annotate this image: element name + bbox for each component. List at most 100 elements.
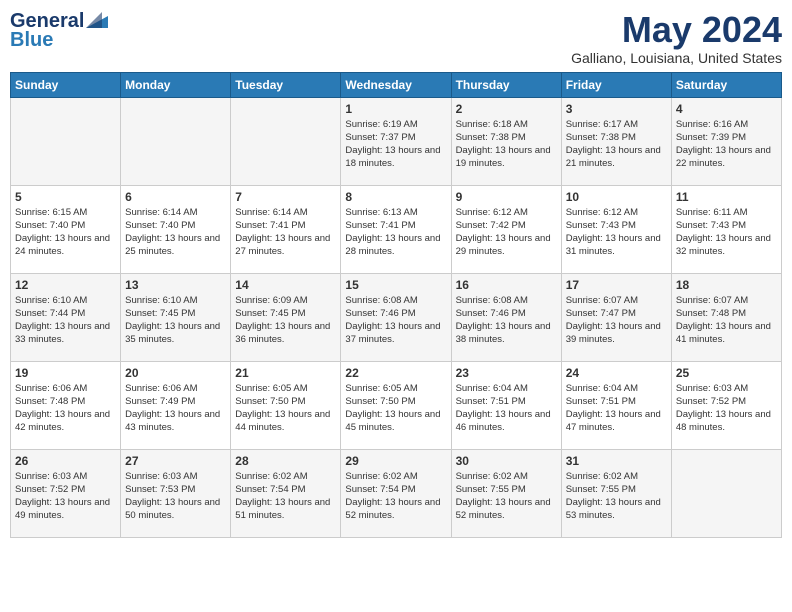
day-number: 31 [566,454,667,468]
calendar-cell: 5 Sunrise: 6:15 AM Sunset: 7:40 PM Daylig… [11,185,121,273]
day-number: 28 [235,454,336,468]
day-number: 7 [235,190,336,204]
calendar-cell: 6Sunrise: 6:14 AM Sunset: 7:40 PM Daylig… [121,185,231,273]
calendar-cell: 15 Sunrise: 6:08 AM Sunset: 7:46 PM Dayli… [341,273,451,361]
week-row-5: 26 Sunrise: 6:03 AM Sunset: 7:52 PM Dayli… [11,449,782,537]
day-info: Sunrise: 6:10 AM Sunset: 7:45 PM Dayligh… [125,294,226,347]
calendar-cell: 9 Sunrise: 6:12 AM Sunset: 7:42 PM Daylig… [451,185,561,273]
day-number: 21 [235,366,336,380]
header-day-friday: Friday [561,72,671,97]
calendar-table: SundayMondayTuesdayWednesdayThursdayFrid… [10,72,782,538]
day-info: Sunrise: 6:04 AM Sunset: 7:51 PM Dayligh… [566,382,667,435]
calendar-cell: 22Sunrise: 6:05 AM Sunset: 7:50 PM Dayli… [341,361,451,449]
calendar-cell [671,449,781,537]
location: Galliano, Louisiana, United States [571,50,782,66]
logo-icon [86,12,108,28]
day-number: 27 [125,454,226,468]
calendar-cell: 12 Sunrise: 6:10 AM Sunset: 7:44 PM Dayli… [11,273,121,361]
calendar-cell: 13 Sunrise: 6:10 AM Sunset: 7:45 PM Dayli… [121,273,231,361]
day-number: 3 [566,102,667,116]
logo: General Blue [10,10,108,52]
calendar-cell: 31Sunrise: 6:02 AM Sunset: 7:55 PM Dayli… [561,449,671,537]
calendar-cell: 3 Sunrise: 6:17 AM Sunset: 7:38 PM Daylig… [561,97,671,185]
day-info: Sunrise: 6:17 AM Sunset: 7:38 PM Dayligh… [566,118,667,171]
day-number: 25 [676,366,777,380]
day-info: Sunrise: 6:18 AM Sunset: 7:38 PM Dayligh… [456,118,557,171]
calendar-cell: 20Sunrise: 6:06 AM Sunset: 7:49 PM Dayli… [121,361,231,449]
day-number: 15 [345,278,446,292]
calendar-cell: 2Sunrise: 6:18 AM Sunset: 7:38 PM Daylig… [451,97,561,185]
day-number: 24 [566,366,667,380]
calendar-cell: 19Sunrise: 6:06 AM Sunset: 7:48 PM Dayli… [11,361,121,449]
day-number: 30 [456,454,557,468]
day-info: Sunrise: 6:08 AM Sunset: 7:46 PM Dayligh… [456,294,557,347]
day-info: Sunrise: 6:02 AM Sunset: 7:54 PM Dayligh… [235,470,336,523]
calendar-cell: 26 Sunrise: 6:03 AM Sunset: 7:52 PM Dayli… [11,449,121,537]
calendar-cell: 24 Sunrise: 6:04 AM Sunset: 7:51 PM Dayli… [561,361,671,449]
day-info: Sunrise: 6:12 AM Sunset: 7:43 PM Dayligh… [566,206,667,259]
day-number: 26 [15,454,116,468]
day-info: Sunrise: 6:02 AM Sunset: 7:55 PM Dayligh… [456,470,557,523]
day-info: Sunrise: 6:05 AM Sunset: 7:50 PM Dayligh… [235,382,336,435]
header-day-tuesday: Tuesday [231,72,341,97]
title-section: May 2024 Galliano, Louisiana, United Sta… [571,10,782,66]
day-info: Sunrise: 6:15 AM Sunset: 7:40 PM Dayligh… [15,206,116,259]
calendar-cell: 30 Sunrise: 6:02 AM Sunset: 7:55 PM Dayli… [451,449,561,537]
day-number: 23 [456,366,557,380]
calendar-cell [11,97,121,185]
calendar-cell: 17Sunrise: 6:07 AM Sunset: 7:47 PM Dayli… [561,273,671,361]
calendar-cell: 25 Sunrise: 6:03 AM Sunset: 7:52 PM Dayli… [671,361,781,449]
calendar-cell: 10Sunrise: 6:12 AM Sunset: 7:43 PM Dayli… [561,185,671,273]
calendar-cell: 8 Sunrise: 6:13 AM Sunset: 7:41 PM Daylig… [341,185,451,273]
day-number: 11 [676,190,777,204]
day-number: 17 [566,278,667,292]
calendar-cell: 14 Sunrise: 6:09 AM Sunset: 7:45 PM Dayli… [231,273,341,361]
day-info: Sunrise: 6:02 AM Sunset: 7:54 PM Dayligh… [345,470,446,523]
day-info: Sunrise: 6:03 AM Sunset: 7:52 PM Dayligh… [676,382,777,435]
day-number: 1 [345,102,446,116]
day-number: 14 [235,278,336,292]
day-info: Sunrise: 6:08 AM Sunset: 7:46 PM Dayligh… [345,294,446,347]
calendar-cell: 23Sunrise: 6:04 AM Sunset: 7:51 PM Dayli… [451,361,561,449]
day-number: 29 [345,454,446,468]
day-info: Sunrise: 6:19 AM Sunset: 7:37 PM Dayligh… [345,118,446,171]
week-row-1: 1 Sunrise: 6:19 AM Sunset: 7:37 PM Daylig… [11,97,782,185]
day-number: 12 [15,278,116,292]
calendar-cell: 11Sunrise: 6:11 AM Sunset: 7:43 PM Dayli… [671,185,781,273]
header-day-saturday: Saturday [671,72,781,97]
header-day-monday: Monday [121,72,231,97]
page-header: General Blue May 2024 Galliano, Louisian… [10,10,782,66]
week-row-2: 5 Sunrise: 6:15 AM Sunset: 7:40 PM Daylig… [11,185,782,273]
day-info: Sunrise: 6:06 AM Sunset: 7:48 PM Dayligh… [15,382,116,435]
calendar-cell: 16 Sunrise: 6:08 AM Sunset: 7:46 PM Dayli… [451,273,561,361]
day-info: Sunrise: 6:07 AM Sunset: 7:48 PM Dayligh… [676,294,777,347]
week-row-3: 12 Sunrise: 6:10 AM Sunset: 7:44 PM Dayli… [11,273,782,361]
day-info: Sunrise: 6:14 AM Sunset: 7:41 PM Dayligh… [235,206,336,259]
day-info: Sunrise: 6:13 AM Sunset: 7:41 PM Dayligh… [345,206,446,259]
day-number: 5 [15,190,116,204]
header-day-thursday: Thursday [451,72,561,97]
day-number: 8 [345,190,446,204]
calendar-header-row: SundayMondayTuesdayWednesdayThursdayFrid… [11,72,782,97]
day-number: 9 [456,190,557,204]
day-info: Sunrise: 6:03 AM Sunset: 7:52 PM Dayligh… [15,470,116,523]
day-info: Sunrise: 6:05 AM Sunset: 7:50 PM Dayligh… [345,382,446,435]
day-info: Sunrise: 6:09 AM Sunset: 7:45 PM Dayligh… [235,294,336,347]
day-info: Sunrise: 6:12 AM Sunset: 7:42 PM Dayligh… [456,206,557,259]
header-day-wednesday: Wednesday [341,72,451,97]
header-day-sunday: Sunday [11,72,121,97]
calendar-cell: 4Sunrise: 6:16 AM Sunset: 7:39 PM Daylig… [671,97,781,185]
day-info: Sunrise: 6:03 AM Sunset: 7:53 PM Dayligh… [125,470,226,523]
day-number: 16 [456,278,557,292]
month-title: May 2024 [571,10,782,50]
day-number: 13 [125,278,226,292]
calendar-cell: 28 Sunrise: 6:02 AM Sunset: 7:54 PM Dayli… [231,449,341,537]
calendar-cell: 21 Sunrise: 6:05 AM Sunset: 7:50 PM Dayli… [231,361,341,449]
day-info: Sunrise: 6:10 AM Sunset: 7:44 PM Dayligh… [15,294,116,347]
day-info: Sunrise: 6:14 AM Sunset: 7:40 PM Dayligh… [125,206,226,259]
calendar-cell: 7 Sunrise: 6:14 AM Sunset: 7:41 PM Daylig… [231,185,341,273]
day-info: Sunrise: 6:06 AM Sunset: 7:49 PM Dayligh… [125,382,226,435]
calendar-cell: 1 Sunrise: 6:19 AM Sunset: 7:37 PM Daylig… [341,97,451,185]
calendar-cell: 18Sunrise: 6:07 AM Sunset: 7:48 PM Dayli… [671,273,781,361]
calendar-cell: 27 Sunrise: 6:03 AM Sunset: 7:53 PM Dayli… [121,449,231,537]
